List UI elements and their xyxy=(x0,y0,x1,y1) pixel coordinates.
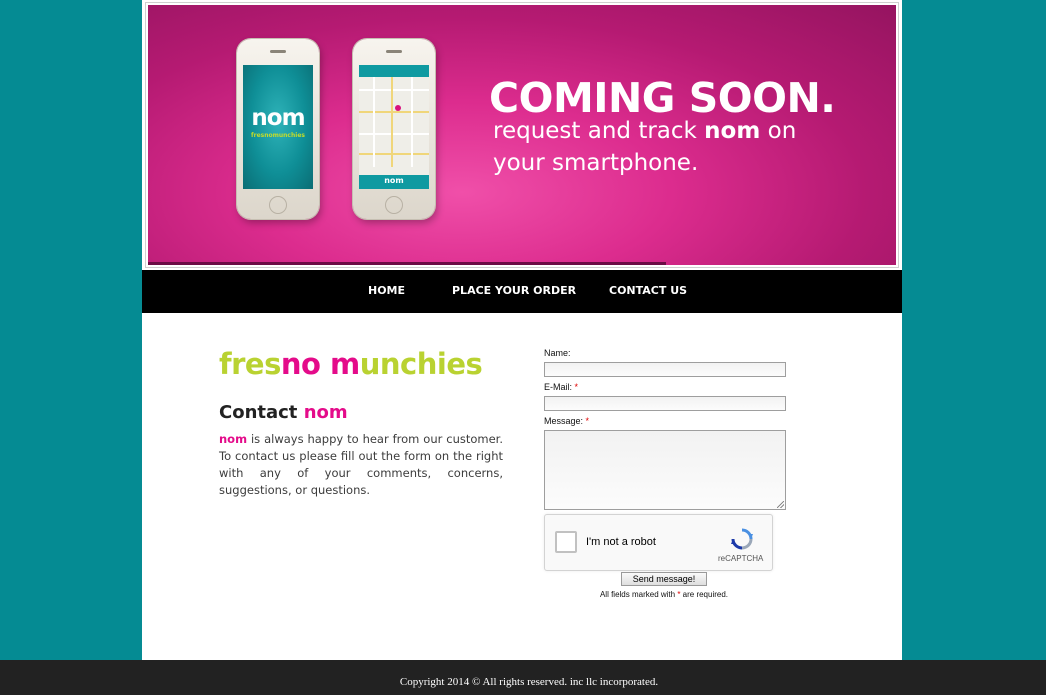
brand-logo-part-3: unchies xyxy=(359,347,483,381)
recaptcha-logo-icon xyxy=(731,528,753,550)
map-road xyxy=(359,111,429,113)
required-fields-note: All fields marked with * are required. xyxy=(544,590,784,600)
contact-heading-brand: nom xyxy=(303,402,348,423)
phone-home-button xyxy=(269,196,287,214)
textarea-resize-handle[interactable] xyxy=(777,501,784,508)
map-road xyxy=(359,89,429,91)
recaptcha-label: I'm not a robot xyxy=(586,536,656,548)
map-app-header xyxy=(359,65,429,77)
nav-contact-us-link[interactable]: CONTACT US xyxy=(609,284,687,298)
map-footer-logo-text: nom xyxy=(384,176,404,185)
coming-soon-banner: nom fresnomunchies nom COMING SOON. requ… xyxy=(148,5,896,265)
map-road xyxy=(359,133,429,135)
banner-sub-suffix: on xyxy=(760,118,797,144)
map-road xyxy=(373,77,375,167)
email-field[interactable] xyxy=(544,396,786,411)
slideshow-progress-bar xyxy=(148,262,666,265)
copyright-text: Copyright 2014 © All rights reserved. in… xyxy=(399,676,659,688)
banner-subheadline: request and track nom on your smartphone… xyxy=(493,115,796,179)
name-label: Name: xyxy=(544,348,571,359)
nav-place-order-link[interactable]: PLACE YOUR ORDER xyxy=(452,284,576,298)
map-road xyxy=(391,77,393,167)
phone-speaker xyxy=(386,50,402,53)
brand-logo-part-1: fres xyxy=(219,347,281,381)
brand-logo-part-2: no m xyxy=(280,347,360,381)
name-field[interactable] xyxy=(544,362,786,377)
recaptcha-checkbox[interactable] xyxy=(555,531,577,553)
splash-tagline: fresnomunchies xyxy=(251,132,305,139)
required-note-suffix: are required. xyxy=(680,590,729,599)
phone-splash-screen: nom fresnomunchies xyxy=(243,65,313,189)
email-label-text: E-Mail: xyxy=(544,382,573,392)
message-label: Message: * xyxy=(544,416,589,427)
contact-description-text: is always happy to hear from our custome… xyxy=(219,432,503,497)
page-footer: Copyright 2014 © All rights reserved. in… xyxy=(0,660,1046,695)
phone-home-button xyxy=(385,196,403,214)
name-label-text: Name: xyxy=(544,348,571,358)
contact-form: Name: E-Mail: * Message: * I'm not a rob… xyxy=(544,344,794,604)
map-road xyxy=(411,77,413,167)
phone-speaker xyxy=(270,50,286,53)
banner-sub-brand: nom xyxy=(704,118,761,144)
required-note-prefix: All fields marked with xyxy=(599,590,678,599)
contact-description-brand: nom xyxy=(219,432,248,446)
message-textarea[interactable] xyxy=(544,430,786,510)
map-road xyxy=(359,153,429,155)
message-label-text: Message: xyxy=(544,416,584,426)
banner-sub-prefix: request and track xyxy=(493,118,705,144)
banner-frame: nom fresnomunchies nom COMING SOON. requ… xyxy=(145,2,899,268)
contact-heading-prefix: Contact xyxy=(219,402,304,423)
email-label: E-Mail: * xyxy=(544,382,578,393)
email-required-marker: * xyxy=(574,382,579,392)
contact-description: nom is always happy to hear from our cus… xyxy=(219,431,503,499)
send-message-button[interactable]: Send message! xyxy=(621,572,707,586)
brand-logo-text: fresno munchies xyxy=(219,344,483,384)
splash-logo-text: nom xyxy=(251,105,305,131)
main-nav: HOME PLACE YOUR ORDER CONTACT US xyxy=(142,270,902,313)
map-pin-icon xyxy=(395,105,401,111)
message-required-marker: * xyxy=(585,416,590,426)
phone-map-image: nom xyxy=(353,39,435,219)
page-container: nom fresnomunchies nom COMING SOON. requ… xyxy=(142,0,902,660)
contact-heading: Contact nom xyxy=(219,401,348,425)
phone-map-screen: nom xyxy=(359,65,429,189)
recaptcha-widget: I'm not a robot reCAPTCHA xyxy=(544,514,773,571)
recaptcha-brand-text: reCAPTCHA xyxy=(718,554,764,563)
phone-splash-image: nom fresnomunchies xyxy=(237,39,319,219)
banner-sub-line2: your smartphone. xyxy=(493,150,699,176)
nav-home-link[interactable]: HOME xyxy=(368,284,405,298)
